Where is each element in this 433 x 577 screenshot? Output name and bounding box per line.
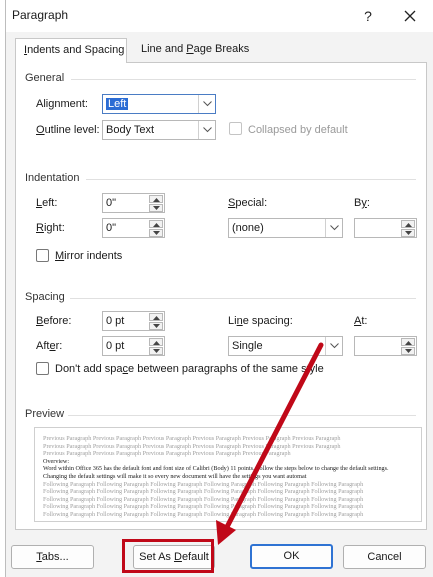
tab-line-and-page-breaks[interactable]: Line and Page Breaks — [133, 38, 251, 63]
paragraph-dialog: Paragraph ? Indents and Spacing Line and… — [5, 0, 433, 577]
chevron-down-icon — [325, 337, 342, 355]
alignment-select[interactable]: Left — [102, 94, 216, 114]
preview-previous-paragraph: Previous Paragraph Previous Paragraph Pr… — [43, 435, 341, 458]
preview-separator — [68, 415, 416, 416]
chevron-down-icon — [325, 219, 342, 237]
title-bar: Paragraph ? — [6, 0, 433, 32]
right-indent-label: Right: — [36, 222, 65, 234]
caret-down-icon — [405, 349, 412, 353]
indentation-separator — [86, 179, 416, 180]
spin-up-button[interactable] — [401, 338, 415, 346]
caret-down-icon — [153, 231, 160, 235]
chevron-down-icon — [198, 121, 215, 139]
dont-add-space-label: Don't add space between paragraphs of th… — [55, 363, 324, 375]
at-label: At: — [354, 315, 368, 327]
general-separator — [71, 79, 416, 80]
spacing-heading: Spacing — [25, 291, 65, 303]
preview-heading: Preview — [25, 408, 65, 420]
caret-up-icon — [405, 341, 412, 345]
caret-down-icon — [153, 349, 160, 353]
caret-up-icon — [153, 223, 160, 227]
caret-up-icon — [153, 198, 160, 202]
spacing-before-label: Before: — [36, 315, 72, 327]
indents-spacing-panel: General Alignment: Left Outline level: B… — [15, 62, 427, 530]
annotation-highlight-box — [122, 539, 214, 573]
caret-up-icon — [153, 341, 160, 345]
special-indent-select[interactable]: (none) — [228, 218, 343, 238]
dont-add-space-checkbox[interactable] — [36, 362, 49, 375]
spin-up-button[interactable] — [149, 220, 163, 228]
preview-sample-heading: Overview: — [43, 457, 70, 465]
spacing-separator — [70, 298, 416, 299]
collapsed-by-default-checkbox[interactable] — [229, 122, 242, 135]
cancel-button[interactable]: Cancel — [343, 545, 426, 569]
spin-down-button[interactable] — [149, 204, 163, 212]
caret-up-icon — [153, 316, 160, 320]
chevron-down-icon — [198, 95, 215, 113]
preview-sample-text: Word within Office 365 has the default f… — [43, 465, 389, 480]
line-spacing-select[interactable]: Single — [228, 336, 343, 356]
spin-down-button[interactable] — [401, 347, 415, 355]
general-heading: General — [25, 72, 65, 84]
outline-level-label: Outline level: — [36, 124, 100, 136]
dialog-title: Paragraph — [12, 8, 69, 22]
spin-down-button[interactable] — [149, 229, 163, 237]
by-spinner[interactable] — [354, 218, 417, 238]
close-button[interactable] — [398, 4, 422, 28]
line-spacing-label: Line spacing: — [228, 315, 293, 327]
close-icon — [404, 10, 416, 22]
paragraph-preview: Previous Paragraph Previous Paragraph Pr… — [34, 427, 422, 522]
mirror-indents-label: Mirror indents — [55, 250, 123, 262]
special-label: Special: — [228, 197, 268, 209]
indentation-heading: Indentation — [25, 172, 80, 184]
caret-down-icon — [153, 324, 160, 328]
spacing-after-spinner[interactable]: 0 pt — [102, 336, 165, 356]
left-indent-spinner[interactable]: 0" — [102, 193, 165, 213]
spacing-after-label: After: — [36, 340, 63, 352]
caret-down-icon — [153, 206, 160, 210]
spin-up-button[interactable] — [149, 313, 163, 321]
spin-down-button[interactable] — [149, 322, 163, 330]
mirror-indents-checkbox[interactable] — [36, 249, 49, 262]
tabs-button[interactable]: Tabs... — [11, 545, 94, 569]
preview-following-paragraph: Following Paragraph Following Paragraph … — [43, 480, 364, 518]
spin-up-button[interactable] — [401, 220, 415, 228]
spacing-before-spinner[interactable]: 0 pt — [102, 311, 165, 331]
collapsed-by-default-label: Collapsed by default — [248, 124, 348, 136]
ok-button[interactable]: OK — [250, 544, 333, 569]
at-spinner[interactable] — [354, 336, 417, 356]
alignment-label: Alignment: — [36, 98, 88, 110]
spin-up-button[interactable] — [149, 338, 163, 346]
caret-up-icon — [405, 223, 412, 227]
spin-down-button[interactable] — [401, 229, 415, 237]
caret-down-icon — [405, 231, 412, 235]
by-label: By: — [354, 197, 370, 209]
help-button[interactable]: ? — [358, 6, 378, 26]
right-indent-spinner[interactable]: 0" — [102, 218, 165, 238]
spin-down-button[interactable] — [149, 347, 163, 355]
left-indent-label: Left: — [36, 197, 58, 209]
tab-indents-and-spacing[interactable]: Indents and Spacing — [15, 38, 127, 63]
outline-level-select[interactable]: Body Text — [102, 120, 216, 140]
spin-up-button[interactable] — [149, 195, 163, 203]
